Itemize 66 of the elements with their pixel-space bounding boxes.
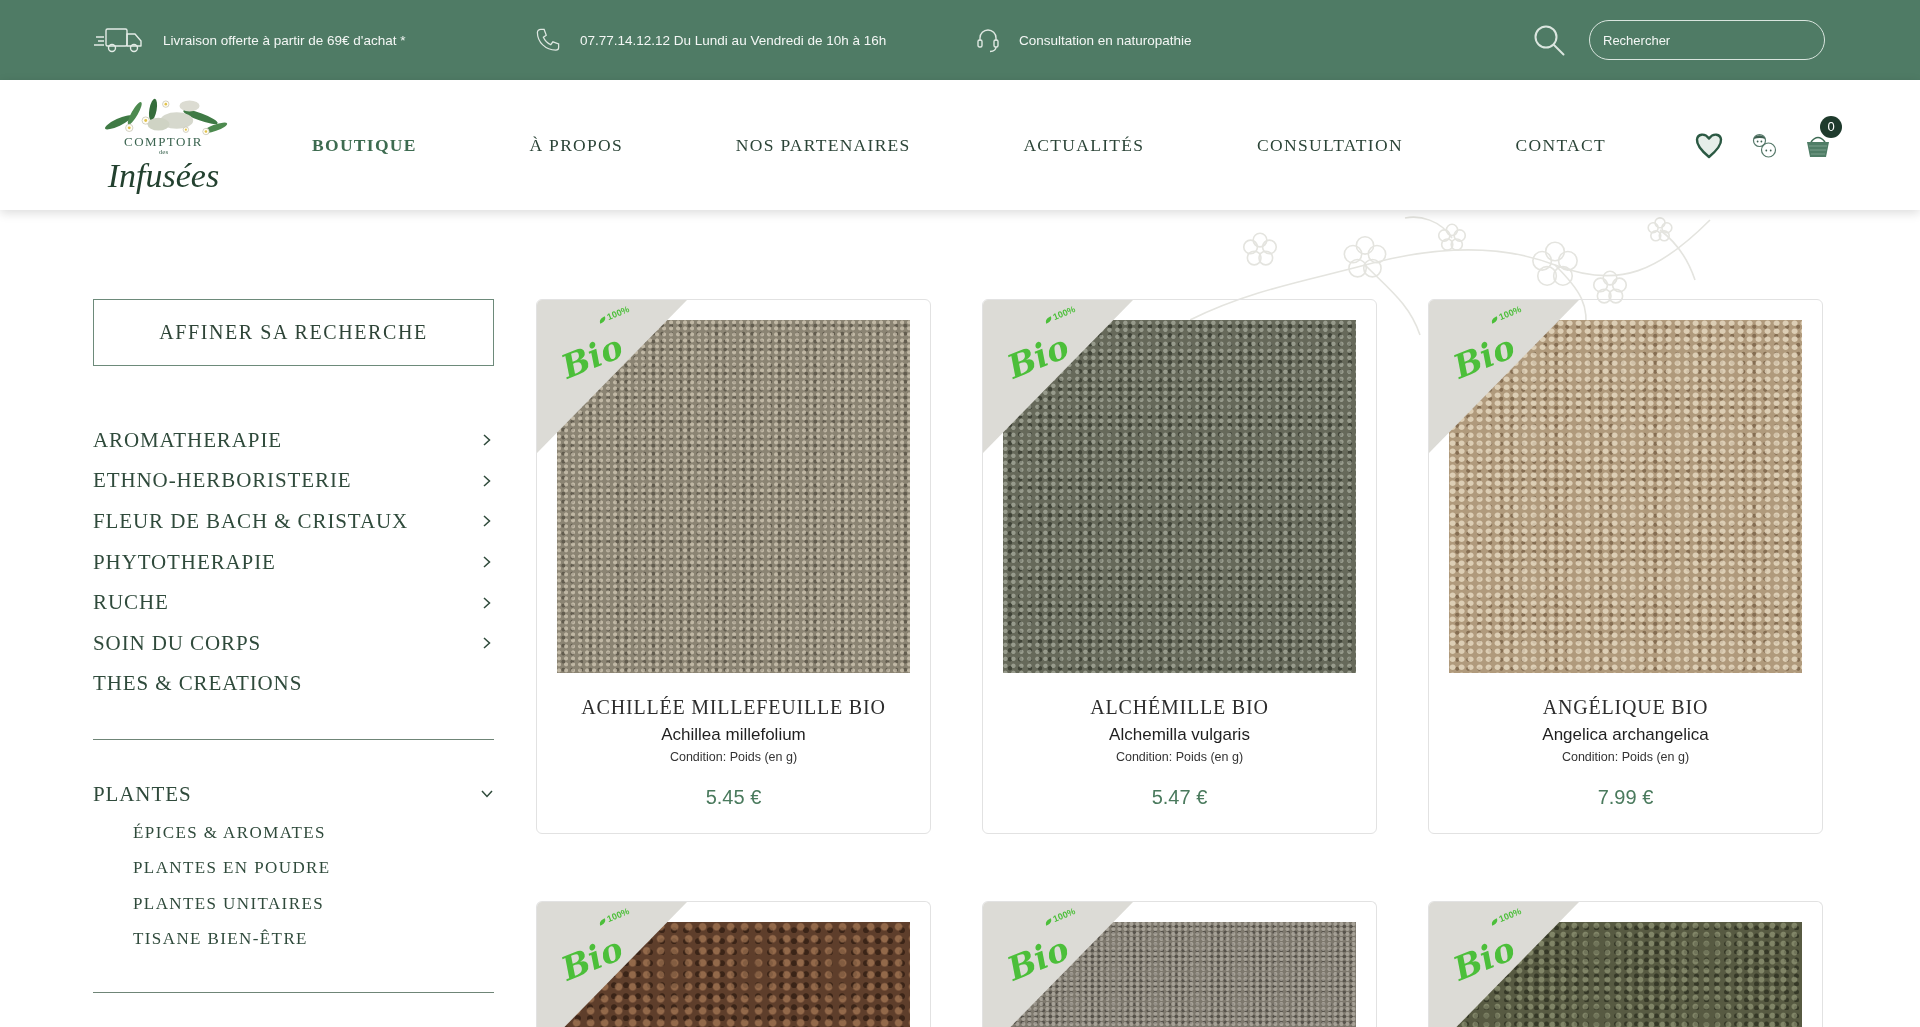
latin-name: Angelica archangelica	[1542, 724, 1709, 746]
search-field[interactable]: Rechercher	[1589, 20, 1825, 60]
category-link[interactable]: SOIN DU CORPS	[93, 630, 262, 656]
nav-link[interactable]: CONSULTATION	[1257, 134, 1403, 156]
info-text: Consultation en naturopathie	[1019, 32, 1192, 48]
chevron-right-icon[interactable]	[483, 596, 491, 609]
phone-icon	[535, 27, 560, 53]
chevron-right-icon[interactable]	[483, 434, 491, 447]
product-name[interactable]: ANGÉLIQUE BIO	[1542, 695, 1709, 719]
latin-name: Alchemilla vulgaris	[1109, 724, 1250, 746]
heart-icon[interactable]	[1695, 131, 1723, 159]
price-text: 5.45 €	[705, 785, 762, 809]
truck-icon	[93, 27, 143, 53]
chevron-right-icon[interactable]	[483, 637, 491, 650]
bio-label: Bio	[1002, 329, 1074, 385]
subcategory-link[interactable]: PLANTES EN POUDRE	[133, 858, 331, 878]
nav-link[interactable]: ACTUALITÉS	[1023, 134, 1145, 156]
condition-text: Condition: Poids (en g)	[1115, 749, 1244, 766]
faces-icon[interactable]	[1750, 131, 1778, 159]
nav-link[interactable]: À PROPOS	[529, 134, 624, 156]
product-card[interactable]: 100% Bio ALCHÉMILLE BIO Alchemilla vulgaris Condition: Poids (en g) 5.47 €	[982, 299, 1377, 834]
product-card[interactable]: 100% Bio ANGÉLIQUE BIO Angelica archangelica Condition: Poids (en g) 7.99 €	[1428, 299, 1823, 834]
chevron-right-icon[interactable]	[483, 474, 491, 487]
latin-name: Achillea millefolium	[661, 724, 806, 746]
bio-label: Bio	[556, 931, 628, 987]
logo-text: COMPTOIR	[124, 134, 203, 148]
chevron-right-icon[interactable]	[483, 515, 491, 528]
bio-label: Bio	[1002, 931, 1074, 987]
percent-label: 100%	[1051, 906, 1077, 925]
percent-label: 100%	[605, 906, 631, 925]
product-name[interactable]: ACHILLÉE MILLEFEUILLE BIO	[581, 695, 886, 719]
percent-label: 100%	[605, 304, 631, 323]
condition-text: Condition: Poids (en g)	[1561, 749, 1690, 766]
subcategory-link[interactable]: ÉPICES & AROMATES	[133, 822, 326, 843]
category-link[interactable]: PHYTOTHERAPIE	[93, 549, 276, 575]
category-link[interactable]: AROMATHERAPIE	[93, 427, 283, 453]
cart-count: 0	[1820, 116, 1842, 138]
logo-script-text: Infusées	[106, 155, 221, 196]
filter-button[interactable]: AFFINER SA RECHERCHE	[93, 299, 494, 366]
price-text: 7.99 €	[1597, 785, 1654, 809]
info-text: Livraison offerte à partir de 69€ d'achat *	[163, 32, 406, 48]
headset-icon	[977, 27, 999, 53]
bio-label: Bio	[1448, 329, 1520, 385]
percent-label: 100%	[1051, 304, 1077, 323]
chevron-right-icon[interactable]	[483, 556, 491, 569]
info-text: 07.77.14.12.12 Du Lundi au Vendredi de 10h à 16h	[580, 32, 887, 48]
bio-label: Bio	[556, 329, 628, 385]
condition-text: Condition: Poids (en g)	[669, 749, 798, 766]
percent-label: 100%	[1497, 906, 1523, 925]
chevron-down-icon[interactable]	[481, 790, 493, 799]
category-link[interactable]: THES & CREATIONS	[93, 671, 303, 697]
product-name[interactable]: ALCHÉMILLE BIO	[1090, 695, 1269, 719]
percent-label: 100%	[1497, 304, 1523, 323]
nav-link[interactable]: NOS PARTENAIRES	[735, 134, 911, 156]
category-link[interactable]: PLANTES	[93, 781, 192, 807]
nav-link[interactable]: BOUTIQUE	[312, 134, 417, 156]
category-link[interactable]: RUCHE	[93, 590, 169, 616]
search-icon[interactable]	[1533, 24, 1565, 56]
price-text: 5.47 €	[1151, 785, 1208, 809]
product-card[interactable]: 100% Bio ACHILLÉE MILLEFEUILLE BIO Achillea millefolium Condition: Poids (en g) 5.45 €	[536, 299, 931, 834]
subcategory-link[interactable]: TISANE BIEN-ÊTRE	[133, 929, 308, 949]
subcategory-link[interactable]: PLANTES UNITAIRES	[133, 893, 325, 914]
nav-link[interactable]: CONTACT	[1515, 134, 1606, 156]
bio-label: Bio	[1448, 931, 1520, 987]
category-link[interactable]: FLEUR DE BACH & CRISTAUX	[93, 509, 409, 534]
category-link[interactable]: ETHNO-HERBORISTERIE	[93, 468, 352, 494]
